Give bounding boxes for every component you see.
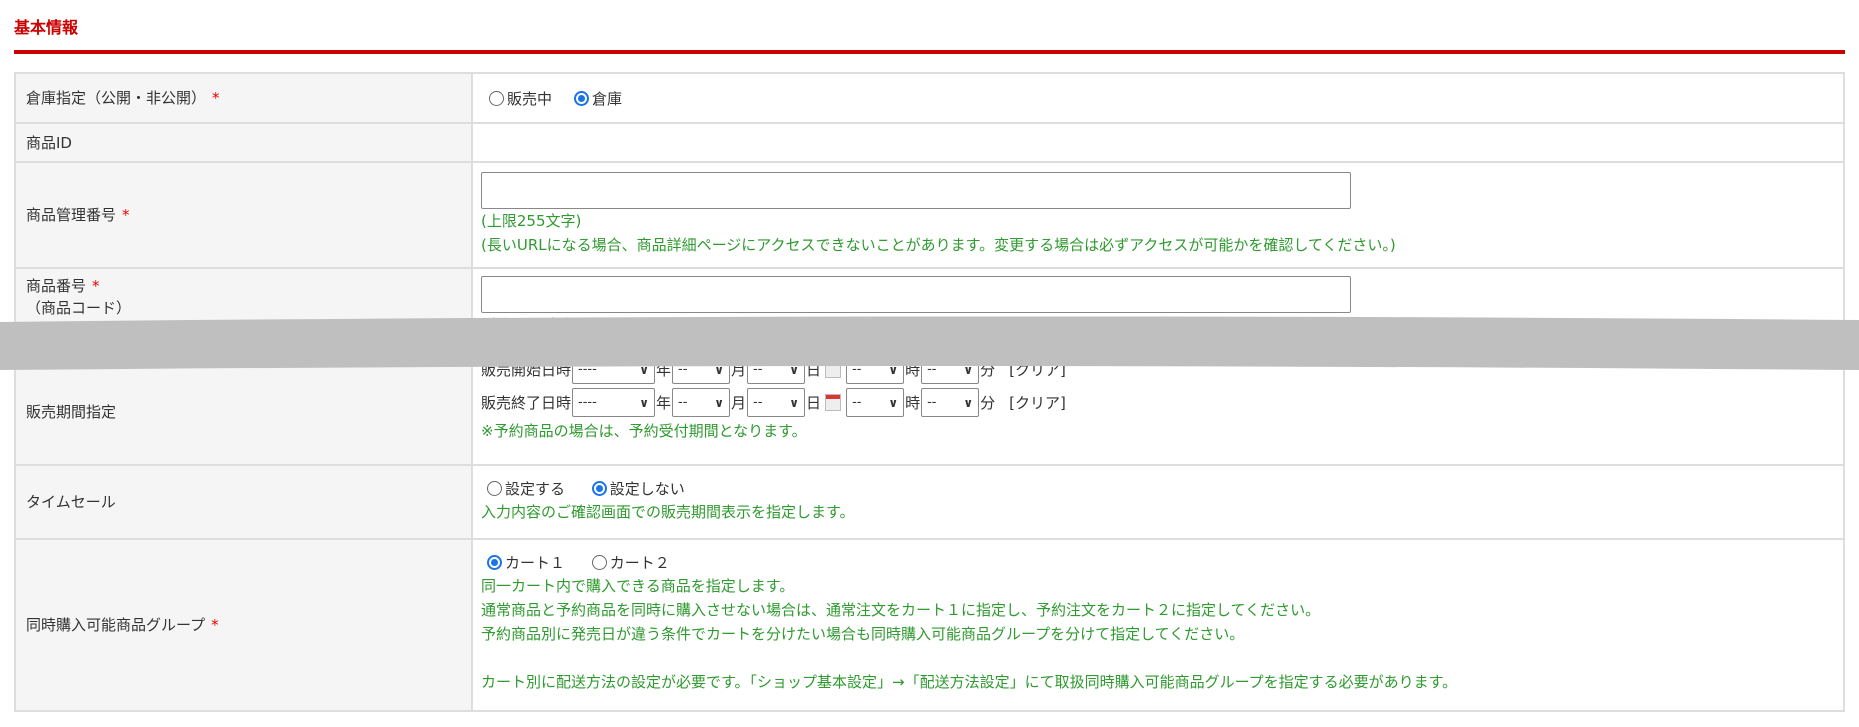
label-warehouse: 倉庫指定（公開・非公開） [26,89,207,107]
cart-note: カート別に配送方法の設定が必要です。「ショップ基本設定」→「配送方法設定」にて取… [481,673,1458,691]
section-title: 基本情報 [14,18,79,37]
sales-period-note: ※予約商品の場合は、予約受付期間となります。 [481,422,807,440]
basic-info-table: 倉庫指定（公開・非公開） * 販売中 倉庫 商品ID 商品管理番号 * (上限255… [14,72,1845,712]
radio-icon[interactable] [591,555,607,570]
cart-note-blank [481,646,1843,670]
management-no-note-url: (長いURLになる場合、商品詳細ページにアクセスできないことがあります。変更する… [481,236,1396,254]
required-mark: * [122,206,130,224]
cart-note: 同一カート内で購入できる商品を指定します。 [481,577,795,595]
end-year-select[interactable]: ---- ∨ [572,388,656,417]
cart-note: 予約商品別に発売日が違う条件でカートを分けたい場合も同時購入可能商品グループを分… [481,625,1245,643]
end-minute-select[interactable]: -- ∨ [921,388,980,417]
chevron-down-icon: ∨ [963,395,974,410]
label-sales-period: 販売期間指定 [26,402,117,421]
radio-selected-icon[interactable] [487,555,502,570]
cart-note: 通常商品と予約商品を同時に購入させない場合は、通常注文をカート１に指定し、予約注… [481,601,1321,619]
label-timesale: タイムセール [26,493,116,511]
row-warehouse: 倉庫指定（公開・非公開） * 販売中 倉庫 [16,74,1843,124]
radio-cart-1[interactable]: カート１ [487,552,565,573]
product-no-input[interactable] [481,276,1351,313]
management-no-input[interactable] [481,172,1351,209]
label-product-no: 商品番号 [26,277,87,295]
radio-icon[interactable] [487,481,502,496]
radio-cart-2[interactable]: カート２ [591,552,670,573]
screenshot-cut-band [0,316,1859,370]
row-timesale: タイムセール 設定する 設定しない 入力内容のご確認画面での販売期間表示を指定し… [16,466,1843,540]
label-product-id: 商品ID [26,133,72,152]
end-hour-select[interactable]: -- ∨ [846,388,905,417]
chevron-down-icon: ∨ [789,395,800,410]
radio-icon[interactable] [489,90,504,106]
chevron-down-icon: ∨ [639,395,650,410]
required-mark: * [92,277,100,295]
radio-selected-icon[interactable] [591,481,607,496]
timesale-note: 入力内容のご確認画面での販売期間表示を指定します。 [481,503,855,521]
radio-warehouse[interactable]: 倉庫 [574,88,622,109]
sales-end-line: 販売終了日時 ---- ∨ 年 -- ∨ 月 -- ∨ 日 -- ∨ 時 -- ∨ 分 [クリア] [481,386,1843,419]
required-mark: * [211,616,219,634]
row-management-no: 商品管理番号 * (上限255文字) (長いURLになる場合、商品詳細ページにアク… [16,163,1843,269]
radio-selected-icon[interactable] [574,90,590,106]
management-no-note-limit: (上限255文字) [481,212,582,230]
row-product-id: 商品ID [16,124,1843,163]
row-cart-group: 同時購入可能商品グループ * カート１ カート２ 同一カート内で購入できる商品を指… [16,540,1843,712]
label-management-no: 商品管理番号 [26,206,117,224]
end-month-select[interactable]: -- ∨ [672,388,731,417]
radio-on-sale[interactable]: 販売中 [489,88,552,109]
radio-timesale-off[interactable]: 設定しない [591,478,685,499]
end-clear-link[interactable]: [クリア] [1009,392,1066,413]
calendar-icon[interactable] [825,394,842,411]
chevron-down-icon: ∨ [888,395,899,410]
product-id-value [473,124,1843,161]
end-day-select[interactable]: -- ∨ [747,388,806,417]
section-divider [14,50,1845,54]
end-label: 販売終了日時 [481,394,572,412]
label-cart-group: 同時購入可能商品グループ [26,616,206,634]
radio-timesale-on[interactable]: 設定する [487,478,565,499]
required-mark: * [212,89,220,107]
chevron-down-icon: ∨ [714,395,725,410]
